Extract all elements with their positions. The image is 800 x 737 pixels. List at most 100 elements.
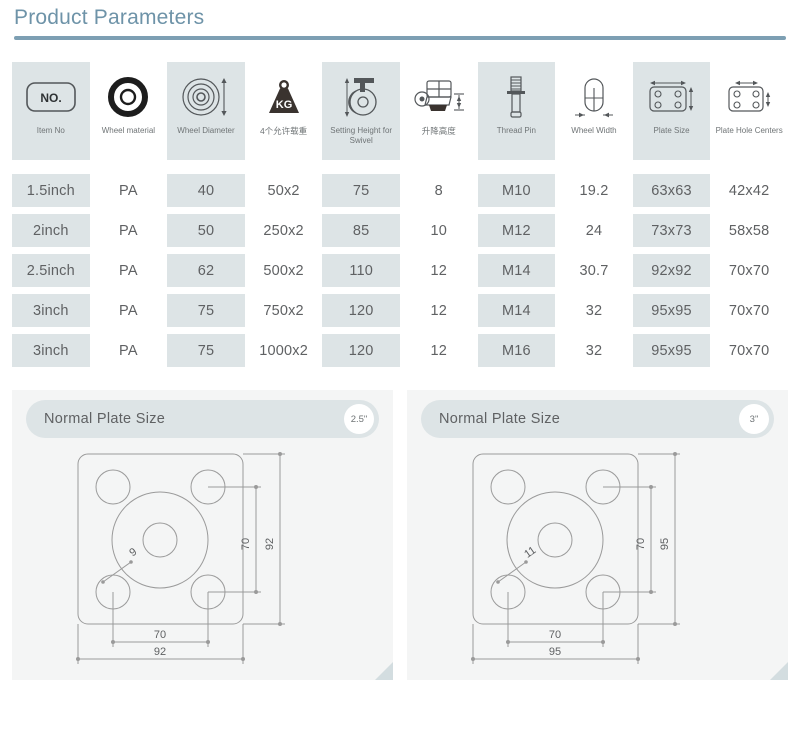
cell-wheel-material: PA <box>89 294 168 327</box>
panel-size-badge: 3" <box>739 404 769 434</box>
table-row: 3inch PA 75 1000x2 120 12 M16 32 95x95 7… <box>12 334 788 367</box>
cell-load-capacity: 750x2 <box>244 294 323 327</box>
header-cell-setting-height: Setting Height for Swivel <box>322 62 400 160</box>
header-cell-wheel-diameter: Wheel Diameter <box>167 62 245 160</box>
parameters-table: 1.5inch PA 40 50x2 75 8 M10 19.2 63x63 4… <box>12 174 788 374</box>
cell-item-no: 2.5inch <box>12 254 90 287</box>
header-label-wheel-diameter: Wheel Diameter <box>177 126 235 135</box>
header-label-item-no: Item No <box>36 126 65 135</box>
cell-thread-pin: M10 <box>477 174 556 207</box>
dim-hole-centers-y: 70 <box>240 538 252 550</box>
header-cell-wheel-width: Wheel Width <box>555 62 633 160</box>
plate-panel-2-5-inch: Normal Plate Size 2.5" 70 92 70 92 9 <box>12 390 393 680</box>
cell-wheel-diameter: 75 <box>167 294 245 327</box>
panel-size-badge: 2.5" <box>344 404 374 434</box>
dim-height-overall: 92 <box>264 538 276 550</box>
dim-hole-diameter: 11 <box>522 544 538 560</box>
cell-wheel-diameter: 40 <box>167 174 245 207</box>
dim-hole-centers-x: 70 <box>548 629 560 641</box>
thread-pin-icon <box>501 68 531 126</box>
cell-lift-height: 8 <box>399 174 478 207</box>
cell-wheel-diameter: 62 <box>167 254 245 287</box>
header-label-load-capacity: 4个允许载重 <box>259 126 308 136</box>
header-label-plate-size: Plate Size <box>653 126 690 135</box>
cell-wheel-diameter: 75 <box>167 334 245 367</box>
header-label-setting-height: Setting Height for Swivel <box>330 126 393 145</box>
cell-wheel-width: 30.7 <box>555 254 633 287</box>
header-label-thread-pin: Thread Pin <box>496 126 536 135</box>
cell-plate-hole-centers: 70x70 <box>710 254 788 287</box>
header-cell-thread-pin: Thread Pin <box>478 62 556 160</box>
cell-plate-size: 95x95 <box>632 334 711 367</box>
table-row: 2.5inch PA 62 500x2 110 12 M14 30.7 92x9… <box>12 254 788 287</box>
cell-wheel-material: PA <box>89 254 168 287</box>
panel-header: Normal Plate Size 3" <box>421 400 774 438</box>
plate-size-icon <box>644 68 700 126</box>
wheel-material-icon <box>105 68 151 126</box>
corner-fold <box>375 662 393 680</box>
cell-plate-hole-centers: 58x58 <box>710 214 788 247</box>
cell-wheel-diameter: 50 <box>167 214 245 247</box>
cell-setting-height: 120 <box>322 294 400 327</box>
cell-item-no: 1.5inch <box>12 174 90 207</box>
cell-wheel-width: 32 <box>555 334 633 367</box>
table-row: 1.5inch PA 40 50x2 75 8 M10 19.2 63x63 4… <box>12 174 788 207</box>
title-divider <box>14 36 786 40</box>
dim-hole-diameter: 9 <box>127 546 139 559</box>
cell-lift-height: 12 <box>399 254 478 287</box>
no-badge-icon: NO. <box>25 68 77 126</box>
dim-hole-centers-x: 70 <box>153 629 165 641</box>
setting-height-icon <box>336 68 386 126</box>
cell-plate-size: 73x73 <box>632 214 711 247</box>
cell-lift-height: 10 <box>399 214 478 247</box>
cell-plate-size: 63x63 <box>632 174 711 207</box>
cell-item-no: 3inch <box>12 334 90 367</box>
load-capacity-kg-icon: KG <box>261 68 307 126</box>
cell-setting-height: 110 <box>322 254 400 287</box>
header-label-wheel-width: Wheel Width <box>571 126 617 135</box>
svg-text:KG: KG <box>275 99 292 111</box>
cell-wheel-material: PA <box>89 334 168 367</box>
cell-thread-pin: M12 <box>477 214 556 247</box>
wheel-width-icon <box>567 68 621 126</box>
cell-plate-hole-centers: 70x70 <box>710 334 788 367</box>
cell-setting-height: 85 <box>322 214 400 247</box>
cell-plate-size: 95x95 <box>632 294 711 327</box>
cell-load-capacity: 1000x2 <box>244 334 323 367</box>
cell-lift-height: 12 <box>399 294 478 327</box>
header-cell-item-no: NO. Item No <box>12 62 90 160</box>
plate-drawing-panels: Normal Plate Size 2.5" 70 92 70 92 9 Nor… <box>12 390 788 680</box>
cell-setting-height: 120 <box>322 334 400 367</box>
header-label-wheel-material: Wheel material <box>101 126 156 135</box>
header-cell-plate-hole-centers: Plate Hole Centers <box>710 62 788 160</box>
cell-lift-height: 12 <box>399 334 478 367</box>
cell-plate-hole-centers: 70x70 <box>710 294 788 327</box>
header-cell-plate-size: Plate Size <box>633 62 711 160</box>
header-cell-lift-height: 升降高度 <box>399 62 478 160</box>
cell-item-no: 2inch <box>12 214 90 247</box>
cell-wheel-material: PA <box>89 174 168 207</box>
cell-setting-height: 75 <box>322 174 400 207</box>
plate-drawing-3-inch: 70 95 70 95 11 <box>407 442 788 672</box>
cell-load-capacity: 50x2 <box>244 174 323 207</box>
cell-thread-pin: M14 <box>477 254 556 287</box>
plate-drawing-2-5-inch: 70 92 70 92 9 <box>12 442 393 672</box>
dim-height-overall: 95 <box>659 538 671 550</box>
wheel-diameter-icon <box>179 68 233 126</box>
cell-wheel-width: 32 <box>555 294 633 327</box>
dim-width-overall: 95 <box>548 646 560 658</box>
dim-width-overall: 92 <box>153 646 165 658</box>
plate-hole-centers-icon <box>721 68 777 126</box>
cell-wheel-material: PA <box>89 214 168 247</box>
cell-load-capacity: 500x2 <box>244 254 323 287</box>
panel-header: Normal Plate Size 2.5" <box>26 400 379 438</box>
svg-text:NO.: NO. <box>40 91 61 105</box>
product-parameters-page: Product Parameters NO. Item No Wheel mat… <box>0 0 800 737</box>
cell-item-no: 3inch <box>12 294 90 327</box>
cell-thread-pin: M14 <box>477 294 556 327</box>
plate-panel-3-inch: Normal Plate Size 3" 70 95 70 95 11 <box>407 390 788 680</box>
header-cell-load-capacity: KG 4个允许载重 <box>244 62 323 160</box>
cell-load-capacity: 250x2 <box>244 214 323 247</box>
cell-wheel-width: 24 <box>555 214 633 247</box>
page-title: Product Parameters <box>14 6 205 29</box>
